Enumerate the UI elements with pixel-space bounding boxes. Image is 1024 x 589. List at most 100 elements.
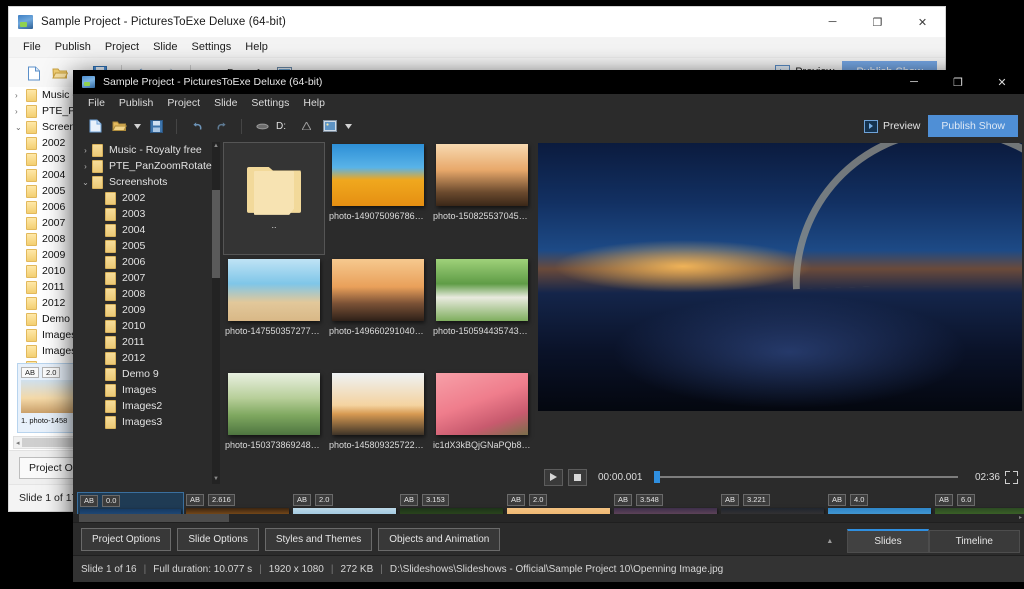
- preview-image[interactable]: [538, 143, 1022, 411]
- open-folder-icon[interactable]: [49, 62, 71, 84]
- tree-item[interactable]: 2010: [79, 318, 212, 334]
- project-options-button[interactable]: Project Options: [81, 528, 171, 551]
- tree-item[interactable]: 2003: [79, 206, 212, 222]
- window2-menu-file[interactable]: File: [81, 96, 112, 110]
- tab-slides[interactable]: Slides: [847, 529, 928, 553]
- window1-menu-help[interactable]: Help: [238, 39, 275, 55]
- tree-item[interactable]: 2004: [79, 222, 212, 238]
- tree-item[interactable]: ›PTE_PanZoomRotate: [79, 158, 212, 174]
- file-thumbnail-grid[interactable]: ..photo-1490750967868...photo-1508255370…: [223, 142, 533, 484]
- open-dropdown-icon[interactable]: [133, 116, 142, 136]
- tree-scroll-up-icon[interactable]: ▲: [212, 142, 220, 151]
- tree-item[interactable]: 2007: [9, 215, 81, 231]
- window1-close-button[interactable]: ✕: [900, 7, 945, 37]
- tree-item[interactable]: 2010: [9, 263, 81, 279]
- collapse-caret-icon[interactable]: ▲: [826, 538, 833, 545]
- tree-item[interactable]: Images2: [79, 398, 212, 414]
- tree-item[interactable]: 2011: [9, 279, 81, 295]
- image-dropdown-icon[interactable]: [320, 116, 340, 136]
- window2-tree-scrollbar[interactable]: ▲ ▼: [212, 142, 220, 484]
- tree-item[interactable]: 2004: [9, 167, 81, 183]
- window2-menu-publish[interactable]: Publish: [112, 96, 160, 110]
- save-disk-icon[interactable]: [146, 116, 166, 136]
- tree-item[interactable]: Demo 9: [9, 311, 81, 327]
- window1-menu-slide[interactable]: Slide: [146, 39, 184, 55]
- tree-item[interactable]: 2009: [9, 247, 81, 263]
- player-seek-slider[interactable]: [654, 476, 958, 478]
- tab-timeline[interactable]: Timeline: [929, 530, 1020, 553]
- tree-expand-arrow-icon[interactable]: ⌄: [79, 178, 92, 187]
- tree-item[interactable]: 2003: [9, 151, 81, 167]
- tree-expand-arrow-icon[interactable]: ›: [15, 91, 26, 100]
- window1-minimize-button[interactable]: ─: [810, 7, 855, 37]
- tree-item[interactable]: 2005: [79, 238, 212, 254]
- tree-item[interactable]: 2009: [79, 302, 212, 318]
- grid-item[interactable]: photo-1505944357431...: [431, 257, 533, 370]
- image-dropdown-caret-icon[interactable]: [344, 116, 353, 136]
- tree-item[interactable]: ›Music - Royalty free: [79, 142, 212, 158]
- tree-expand-arrow-icon[interactable]: ›: [79, 162, 92, 171]
- window2-menu-project[interactable]: Project: [160, 96, 207, 110]
- view-mode-tabs[interactable]: ▲ Slides Timeline: [826, 529, 1020, 553]
- tree-expand-arrow-icon[interactable]: ›: [15, 107, 26, 116]
- window2-titlebar[interactable]: Sample Project - PicturesToExe Deluxe (6…: [73, 70, 1024, 94]
- window2-publish-show-button[interactable]: Publish Show: [928, 115, 1018, 137]
- grid-item[interactable]: photo-1490750967868...: [327, 142, 429, 255]
- window2-toolbar[interactable]: D: Preview Publish Show: [73, 112, 1024, 141]
- open-folder-icon[interactable]: [109, 116, 129, 136]
- tree-item[interactable]: 2008: [9, 231, 81, 247]
- tree-item[interactable]: 2007: [79, 270, 212, 286]
- slide-options-button[interactable]: Slide Options: [177, 528, 258, 551]
- styles-and-themes-button[interactable]: Styles and Themes: [265, 528, 372, 551]
- tree-item[interactable]: ⌄Screenshots: [9, 119, 81, 135]
- grid-item[interactable]: photo-1458093257227...: [327, 371, 429, 484]
- tree-item[interactable]: 2008: [79, 286, 212, 302]
- window2-maximize-button[interactable]: ❐: [936, 70, 980, 94]
- new-document-icon[interactable]: [23, 62, 45, 84]
- window1-menu-settings[interactable]: Settings: [185, 39, 239, 55]
- grid-item[interactable]: photo-1503738692489...: [223, 371, 325, 484]
- window2-preview-button[interactable]: Preview: [864, 120, 920, 133]
- drive-icon[interactable]: [252, 116, 272, 136]
- tree-item[interactable]: Images2: [9, 343, 81, 359]
- window-foreground-picturestoexe[interactable]: Sample Project - PicturesToExe Deluxe (6…: [73, 70, 1024, 582]
- window1-menu-publish[interactable]: Publish: [48, 39, 98, 55]
- window2-menu-settings[interactable]: Settings: [244, 96, 296, 110]
- objects-and-animation-button[interactable]: Objects and Animation: [378, 528, 500, 551]
- tree-item[interactable]: 2012: [79, 350, 212, 366]
- player-controls[interactable]: 00:00.001 02:36: [538, 466, 1022, 488]
- tree-expand-arrow-icon[interactable]: ⌄: [15, 123, 26, 132]
- new-document-icon[interactable]: [85, 116, 105, 136]
- tree-expand-arrow-icon[interactable]: ›: [79, 146, 92, 155]
- play-icon[interactable]: [544, 469, 563, 486]
- grid-item-parent-folder[interactable]: ..: [223, 142, 325, 255]
- stop-icon[interactable]: [568, 469, 587, 486]
- grid-item[interactable]: photo-1508255370454...: [431, 142, 533, 255]
- window2-menubar[interactable]: File Publish Project Slide Settings Help: [73, 94, 1024, 112]
- window2-menu-help[interactable]: Help: [296, 96, 332, 110]
- window2-close-button[interactable]: ✕: [980, 70, 1024, 94]
- window2-menu-slide[interactable]: Slide: [207, 96, 244, 110]
- tree-item[interactable]: 2005: [9, 183, 81, 199]
- undo-arrow-icon[interactable]: [187, 116, 207, 136]
- tree-item[interactable]: Images: [79, 382, 212, 398]
- tree-item[interactable]: ›Music - Royalty free: [9, 87, 81, 103]
- grid-item[interactable]: ic1dX3kBQjGNaPQb8X...: [431, 371, 533, 484]
- tree-item[interactable]: Images: [9, 327, 81, 343]
- window2-minimize-button[interactable]: ─: [892, 70, 936, 94]
- tree-item[interactable]: 2012: [9, 295, 81, 311]
- up-triangle-icon[interactable]: [296, 116, 316, 136]
- redo-arrow-icon[interactable]: [211, 116, 231, 136]
- window1-slide-thumbnail[interactable]: AB 2.0 1. photo-1458: [17, 363, 77, 433]
- tree-item[interactable]: ›PTE_PanZoomRotate: [9, 103, 81, 119]
- tree-scroll-down-icon[interactable]: ▼: [212, 475, 220, 484]
- tree-item[interactable]: ⌄Screenshots: [79, 174, 212, 190]
- fullscreen-icon[interactable]: [1005, 471, 1018, 484]
- grid-item[interactable]: photo-1496602910407...: [327, 257, 429, 370]
- window1-menu-file[interactable]: File: [16, 39, 48, 55]
- tree-item[interactable]: Images3: [79, 414, 212, 430]
- tree-item[interactable]: 2006: [79, 254, 212, 270]
- grid-item[interactable]: photo-1475503572774...: [223, 257, 325, 370]
- window1-menu-project[interactable]: Project: [98, 39, 146, 55]
- window1-menubar[interactable]: File Publish Project Slide Settings Help: [9, 37, 945, 58]
